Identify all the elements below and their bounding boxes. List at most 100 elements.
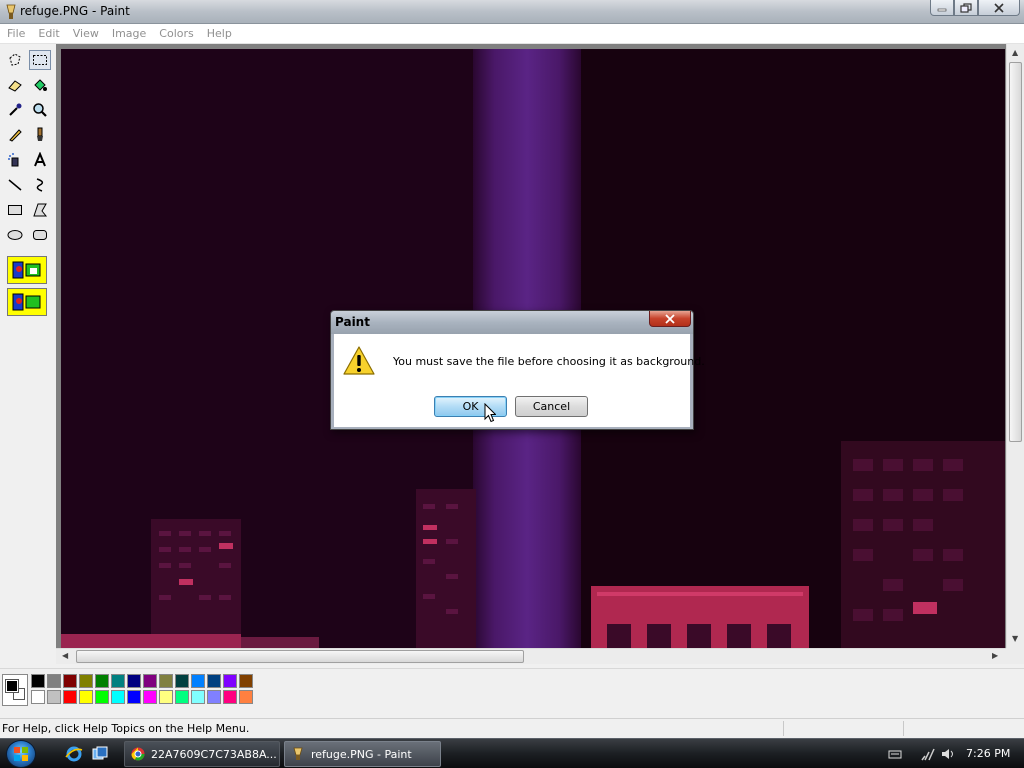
warning-icon xyxy=(343,346,375,375)
line-icon xyxy=(8,179,22,191)
brush-icon xyxy=(37,127,43,141)
eraser-tool[interactable] xyxy=(4,75,26,95)
color-swatch[interactable] xyxy=(143,690,157,704)
color-palette xyxy=(0,668,1024,714)
quicklaunch-ie[interactable] xyxy=(64,744,84,764)
rectangle-icon xyxy=(8,205,22,215)
foreground-color-swatch xyxy=(5,679,19,693)
task-label: 22A7609C7C73AB8A... xyxy=(151,747,277,761)
window-title: refuge.PNG - Paint xyxy=(20,4,130,18)
ellipse-tool[interactable] xyxy=(4,225,26,245)
free-form-select-icon xyxy=(9,53,21,66)
scroll-left-icon[interactable]: ◀ xyxy=(62,651,68,660)
toolbox xyxy=(0,44,56,669)
color-swatch[interactable] xyxy=(63,690,77,704)
color-swatch[interactable] xyxy=(223,690,237,704)
scroll-right-icon[interactable]: ▶ xyxy=(992,651,998,660)
pick-color-tool[interactable] xyxy=(4,100,26,120)
color-swatch[interactable] xyxy=(143,674,157,688)
text-tool[interactable] xyxy=(29,150,51,170)
color-swatch[interactable] xyxy=(207,674,221,688)
color-swatch[interactable] xyxy=(223,674,237,688)
color-swatch[interactable] xyxy=(79,674,93,688)
color-swatch[interactable] xyxy=(175,674,189,688)
menu-image[interactable]: Image xyxy=(107,27,151,40)
menu-edit[interactable]: Edit xyxy=(33,27,64,40)
transparent-selection-option[interactable] xyxy=(7,288,47,316)
restore-button[interactable] xyxy=(954,0,978,16)
line-tool[interactable] xyxy=(4,175,26,195)
free-form-select-tool[interactable] xyxy=(4,50,26,70)
curve-tool[interactable] xyxy=(29,175,51,195)
vertical-scrollbar[interactable]: ▲ ▼ xyxy=(1006,44,1024,648)
color-swatch[interactable] xyxy=(191,690,205,704)
dialog-titlebar[interactable]: Paint xyxy=(331,311,693,334)
airbrush-tool[interactable] xyxy=(4,150,26,170)
horizontal-scroll-thumb[interactable] xyxy=(76,650,524,663)
color-swatch[interactable] xyxy=(31,690,45,704)
status-bar: For Help, click Help Topics on the Help … xyxy=(0,718,1024,738)
close-icon xyxy=(994,2,1004,13)
task-button-paint[interactable]: refuge.PNG - Paint xyxy=(284,741,441,767)
scroll-up-icon[interactable]: ▲ xyxy=(1012,48,1018,57)
color-swatch[interactable] xyxy=(63,674,77,688)
close-button[interactable] xyxy=(978,0,1020,16)
rounded-rectangle-tool[interactable] xyxy=(29,225,51,245)
paint-icon xyxy=(293,747,303,760)
menu-view[interactable]: View xyxy=(68,27,104,40)
pencil-tool[interactable] xyxy=(4,125,26,145)
opaque-selection-option[interactable] xyxy=(7,256,47,284)
menu-help[interactable]: Help xyxy=(202,27,237,40)
color-swatch[interactable] xyxy=(239,674,253,688)
magnifier-tool[interactable] xyxy=(29,100,51,120)
color-swatch[interactable] xyxy=(47,674,61,688)
select-icon xyxy=(33,55,47,65)
eyedropper-icon xyxy=(9,103,22,116)
message-dialog: Paint You must save the file before choo… xyxy=(330,310,705,430)
color-swatch[interactable] xyxy=(191,674,205,688)
minimize-button[interactable] xyxy=(930,0,954,16)
color-swatch[interactable] xyxy=(31,674,45,688)
color-swatch[interactable] xyxy=(159,690,173,704)
color-swatch[interactable] xyxy=(207,690,221,704)
menu-file[interactable]: File xyxy=(2,27,30,40)
select-tool[interactable] xyxy=(29,50,51,70)
rounded-rectangle-icon xyxy=(33,230,47,240)
fill-tool[interactable] xyxy=(29,75,51,95)
brush-tool[interactable] xyxy=(29,125,51,145)
menu-colors[interactable]: Colors xyxy=(154,27,198,40)
taskbar-clock[interactable]: 7:26 PM xyxy=(966,747,1010,760)
color-swatch[interactable] xyxy=(127,690,141,704)
task-button-chrome[interactable]: 22A7609C7C73AB8A... xyxy=(124,741,280,767)
color-swatch[interactable] xyxy=(111,674,125,688)
color-swatch[interactable] xyxy=(239,690,253,704)
dialog-close-button[interactable] xyxy=(649,311,691,327)
rectangle-tool[interactable] xyxy=(4,200,26,220)
scroll-down-icon[interactable]: ▼ xyxy=(1012,634,1018,643)
airbrush-icon xyxy=(8,153,19,167)
cancel-button[interactable]: Cancel xyxy=(515,396,588,417)
taskbar: 22A7609C7C73AB8A... refuge.PNG - Paint 7… xyxy=(0,738,1024,768)
start-button[interactable] xyxy=(6,740,36,768)
polygon-icon xyxy=(33,203,48,217)
status-text: For Help, click Help Topics on the Help … xyxy=(2,722,250,735)
color-swatch[interactable] xyxy=(127,674,141,688)
keyboard-icon[interactable] xyxy=(888,748,902,760)
ok-button[interactable]: OK xyxy=(434,396,507,417)
color-swatch[interactable] xyxy=(95,690,109,704)
ellipse-icon xyxy=(7,230,23,240)
quicklaunch-switch-windows[interactable] xyxy=(90,744,110,764)
horizontal-scrollbar[interactable]: ◀ ▶ xyxy=(56,648,1006,664)
color-swatch[interactable] xyxy=(95,674,109,688)
volume-icon[interactable] xyxy=(940,746,956,762)
pencil-icon xyxy=(9,129,22,142)
color-swatch[interactable] xyxy=(159,674,173,688)
color-swatch[interactable] xyxy=(175,690,189,704)
window-titlebar[interactable]: refuge.PNG - Paint xyxy=(0,0,1024,24)
vertical-scroll-thumb[interactable] xyxy=(1009,62,1022,442)
polygon-tool[interactable] xyxy=(29,200,51,220)
color-swatch[interactable] xyxy=(47,690,61,704)
color-swatch[interactable] xyxy=(79,690,93,704)
network-icon[interactable] xyxy=(920,746,936,762)
color-swatch[interactable] xyxy=(111,690,125,704)
